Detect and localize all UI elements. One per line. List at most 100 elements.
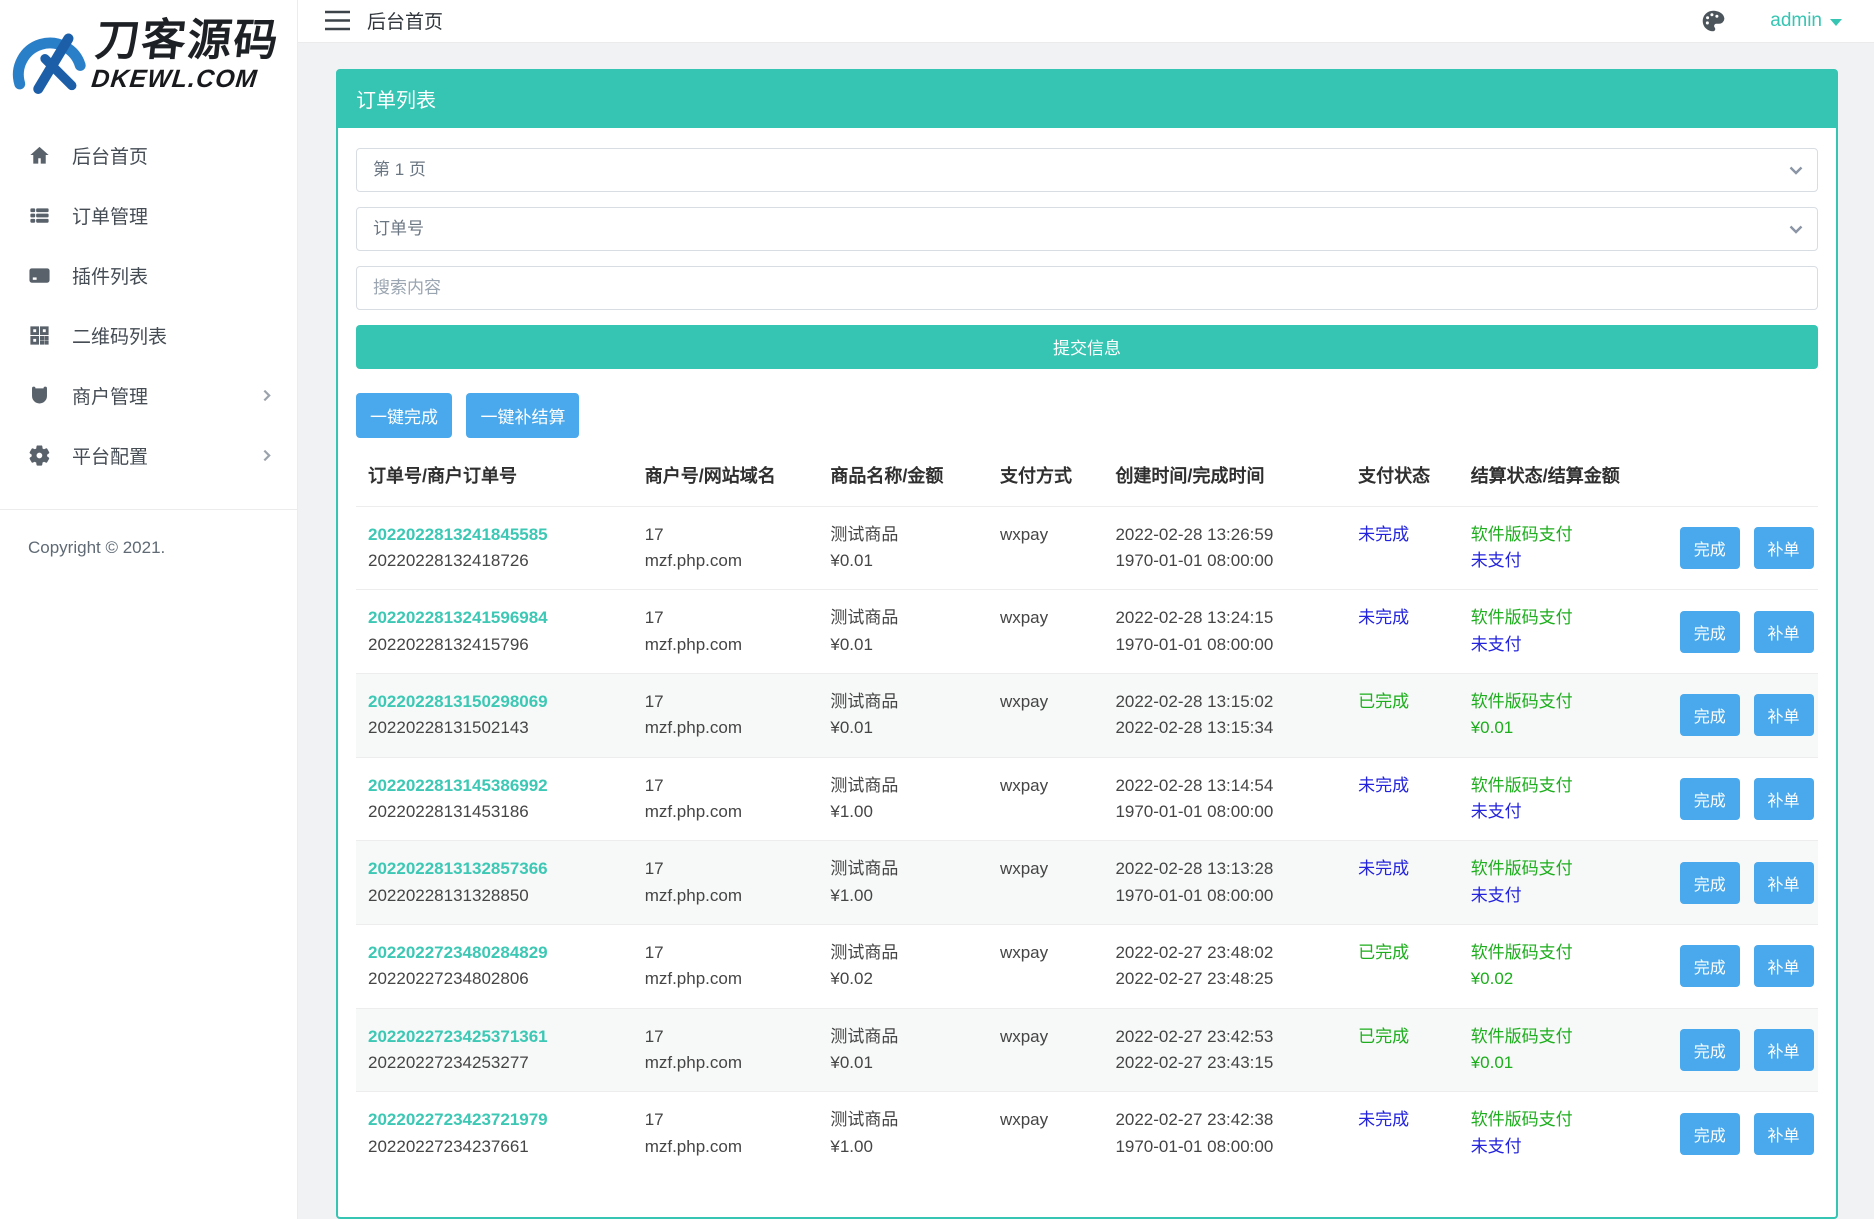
header-actions [1672, 446, 1818, 507]
merchant-order-number: 20220228131453186 [368, 799, 629, 825]
order-number-link[interactable]: 2022022723423721979 [368, 1107, 629, 1133]
site-domain: mzf.php.com [645, 799, 815, 825]
product-name: 测试商品 [830, 773, 984, 799]
supplement-button[interactable]: 补单 [1754, 527, 1814, 569]
pay-method: wxpay [992, 1092, 1107, 1175]
complete-button[interactable]: 完成 [1680, 611, 1740, 653]
settle-value: 未支付 [1471, 799, 1664, 825]
table-row: 2022022813145386992 20220228131453186 17… [356, 757, 1818, 841]
pay-status: 已完成 [1358, 943, 1409, 962]
complete-button[interactable]: 完成 [1680, 527, 1740, 569]
finished-time: 2022-02-28 13:15:34 [1115, 715, 1342, 741]
sidebar-item-qrcodes[interactable]: 二维码列表 [0, 305, 297, 365]
chevron-down-icon [1788, 162, 1804, 178]
order-number-link[interactable]: 2022022813132857366 [368, 856, 629, 882]
sidebar: 刀客源码 DKEWL.COM 后台首页 订单管理 插件列表 二维码列表 [0, 0, 298, 1219]
copyright-text: Copyright © 2021. [0, 510, 297, 558]
table-row: 2022022723425371361 20220227234253277 17… [356, 1008, 1818, 1092]
username: admin [1770, 10, 1822, 32]
merchant-id: 17 [645, 856, 815, 882]
created-time: 2022-02-28 13:14:54 [1115, 773, 1342, 799]
submit-button[interactable]: 提交信息 [356, 325, 1818, 369]
settle-type: 软件版码支付 [1471, 773, 1664, 799]
sidebar-item-label: 后台首页 [72, 142, 148, 169]
product-amount: ¥0.01 [830, 632, 984, 658]
supplement-button[interactable]: 补单 [1754, 778, 1814, 820]
app-root: 刀客源码 DKEWL.COM 后台首页 订单管理 插件列表 二维码列表 [0, 0, 1874, 1219]
topbar: 后台首页 admin [298, 0, 1874, 43]
product-name: 测试商品 [830, 689, 984, 715]
sidebar-item-label: 二维码列表 [72, 322, 167, 349]
sidebar-item-merchants[interactable]: 商户管理 [0, 365, 297, 425]
breadcrumb[interactable]: 后台首页 [367, 7, 443, 34]
supplement-button[interactable]: 补单 [1754, 1113, 1814, 1155]
resettle-all-button[interactable]: 一键补结算 [466, 393, 579, 438]
pay-status: 未完成 [1358, 1110, 1409, 1129]
settle-type: 软件版码支付 [1471, 605, 1664, 631]
created-time: 2022-02-27 23:42:38 [1115, 1107, 1342, 1133]
pay-status: 未完成 [1358, 608, 1409, 627]
complete-button[interactable]: 完成 [1680, 694, 1740, 736]
product-amount: ¥1.00 [830, 883, 984, 909]
sidebar-item-plugins[interactable]: 插件列表 [0, 245, 297, 305]
qrcode-icon [28, 324, 51, 347]
supplement-button[interactable]: 补单 [1754, 1029, 1814, 1071]
header-pay-method: 支付方式 [992, 446, 1107, 507]
complete-button[interactable]: 完成 [1680, 778, 1740, 820]
complete-button[interactable]: 完成 [1680, 1113, 1740, 1155]
pay-method: wxpay [992, 590, 1107, 674]
pay-method: wxpay [992, 1008, 1107, 1092]
content-area: 订单列表 第 1 页 订单号 提交信息 一键完成 [298, 43, 1874, 1219]
brand-logo: 刀客源码 DKEWL.COM [0, 0, 297, 113]
site-domain: mzf.php.com [645, 966, 815, 992]
pay-method: wxpay [992, 506, 1107, 590]
order-number-link[interactable]: 2022022813241845585 [368, 522, 629, 548]
settle-type: 软件版码支付 [1471, 940, 1664, 966]
user-menu[interactable]: admin [1770, 10, 1842, 32]
gear-icon [28, 444, 51, 467]
main-area: 后台首页 admin 订单列表 第 1 页 订单号 [298, 0, 1874, 1219]
order-list-panel: 订单列表 第 1 页 订单号 提交信息 一键完成 [336, 69, 1838, 1219]
sidebar-item-home[interactable]: 后台首页 [0, 125, 297, 185]
complete-button[interactable]: 完成 [1680, 1029, 1740, 1071]
order-number-link[interactable]: 2022022813145386992 [368, 773, 629, 799]
finished-time: 1970-01-01 08:00:00 [1115, 632, 1342, 658]
brand-title: 刀客源码 [93, 19, 282, 63]
order-table-body: 2022022813241845585 20220228132418726 17… [356, 506, 1818, 1175]
product-name: 测试商品 [830, 522, 984, 548]
merchant-order-number: 20220228131328850 [368, 883, 629, 909]
created-time: 2022-02-27 23:42:53 [1115, 1024, 1342, 1050]
page-select[interactable]: 第 1 页 [356, 148, 1818, 192]
complete-all-button[interactable]: 一键完成 [356, 393, 452, 438]
supplement-button[interactable]: 补单 [1754, 611, 1814, 653]
supplement-button[interactable]: 补单 [1754, 862, 1814, 904]
sidebar-item-label: 插件列表 [72, 262, 148, 289]
table-row: 2022022813150298069 20220228131502143 17… [356, 673, 1818, 757]
header-pay-status: 支付状态 [1350, 446, 1463, 507]
search-field-select[interactable]: 订单号 [356, 207, 1818, 251]
product-name: 测试商品 [830, 940, 984, 966]
complete-button[interactable]: 完成 [1680, 862, 1740, 904]
sidebar-item-orders[interactable]: 订单管理 [0, 185, 297, 245]
order-number-link[interactable]: 2022022723480284829 [368, 940, 629, 966]
product-amount: ¥0.01 [830, 715, 984, 741]
product-name: 测试商品 [830, 1107, 984, 1133]
order-number-link[interactable]: 2022022813150298069 [368, 689, 629, 715]
supplement-button[interactable]: 补单 [1754, 694, 1814, 736]
hamburger-menu-icon[interactable] [324, 10, 351, 31]
merchant-id: 17 [645, 1107, 815, 1133]
complete-button[interactable]: 完成 [1680, 945, 1740, 987]
finished-time: 2022-02-27 23:48:25 [1115, 966, 1342, 992]
pay-status: 已完成 [1358, 692, 1409, 711]
settle-value: ¥0.01 [1471, 1050, 1664, 1076]
product-name: 测试商品 [830, 1024, 984, 1050]
search-input[interactable] [356, 266, 1818, 310]
palette-icon[interactable] [1700, 8, 1726, 34]
merchant-id: 17 [645, 689, 815, 715]
supplement-button[interactable]: 补单 [1754, 945, 1814, 987]
sidebar-item-platform-config[interactable]: 平台配置 [0, 425, 297, 485]
order-number-link[interactable]: 2022022723425371361 [368, 1024, 629, 1050]
table-row: 2022022813241596984 20220228132415796 17… [356, 590, 1818, 674]
order-number-link[interactable]: 2022022813241596984 [368, 605, 629, 631]
product-name: 测试商品 [830, 605, 984, 631]
